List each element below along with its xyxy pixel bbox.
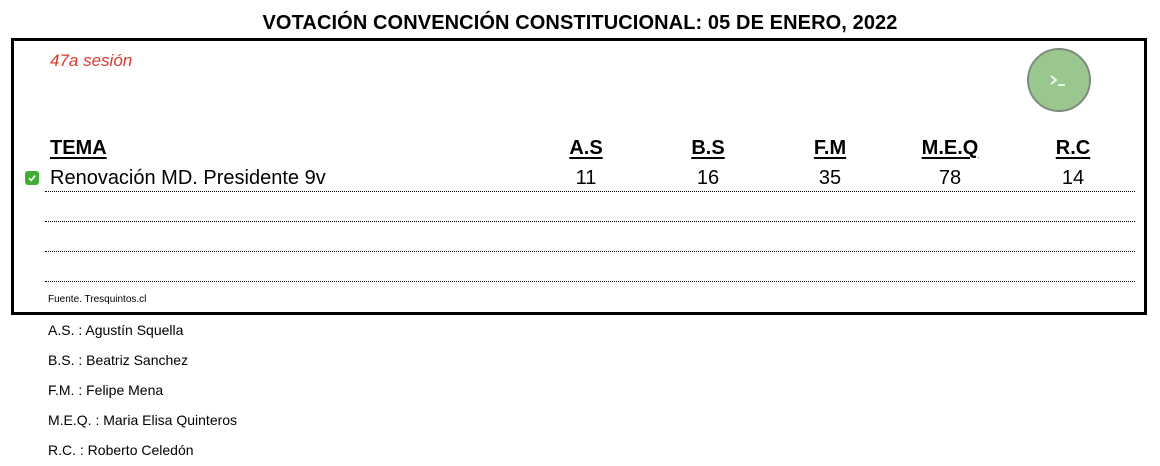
legend-item: F.M. : Felipe Mena xyxy=(48,382,164,398)
header-as: A.S xyxy=(569,137,603,159)
table-cell-as: 11 xyxy=(575,167,597,189)
page-title: VOTACIÓN CONVENCIÓN CONSTITUCIONAL: 05 D… xyxy=(262,12,898,34)
legend-item: R.C. : Roberto Celedón xyxy=(48,442,194,458)
header-meq: M.E.Q xyxy=(921,137,979,159)
legend-item: B.S. : Beatriz Sanchez xyxy=(48,352,189,368)
source-note: Fuente. Tresquintos.cl xyxy=(48,294,147,305)
terminal-button[interactable] xyxy=(1027,48,1091,112)
header-tema: TEMA xyxy=(50,137,107,159)
legend-item: A.S. : Agustín Squella xyxy=(48,322,184,338)
terminal-icon xyxy=(1050,75,1065,86)
session-label: 47a sesión xyxy=(50,51,133,70)
table-cell-meq: 78 xyxy=(938,167,962,189)
row-divider xyxy=(45,221,1135,222)
table-cell-rc: 14 xyxy=(1061,167,1085,189)
table-cell-bs: 16 xyxy=(696,167,720,189)
row-divider xyxy=(45,251,1135,252)
vote-table-frame: 47a sesión TEMA A.S B.S F.M M.E.Q R.C Re… xyxy=(11,38,1147,315)
row-divider xyxy=(45,281,1135,282)
row-divider xyxy=(45,191,1135,192)
header-bs: B.S xyxy=(691,137,725,159)
check-icon[interactable] xyxy=(25,171,39,185)
table-row-topic: Renovación MD. Presidente 9v xyxy=(50,167,326,189)
header-fm: F.M xyxy=(813,137,847,159)
header-rc: R.C xyxy=(1055,137,1091,159)
legend-item: M.E.Q. : Maria Elisa Quinteros xyxy=(48,412,238,428)
table-cell-fm: 35 xyxy=(818,167,842,189)
